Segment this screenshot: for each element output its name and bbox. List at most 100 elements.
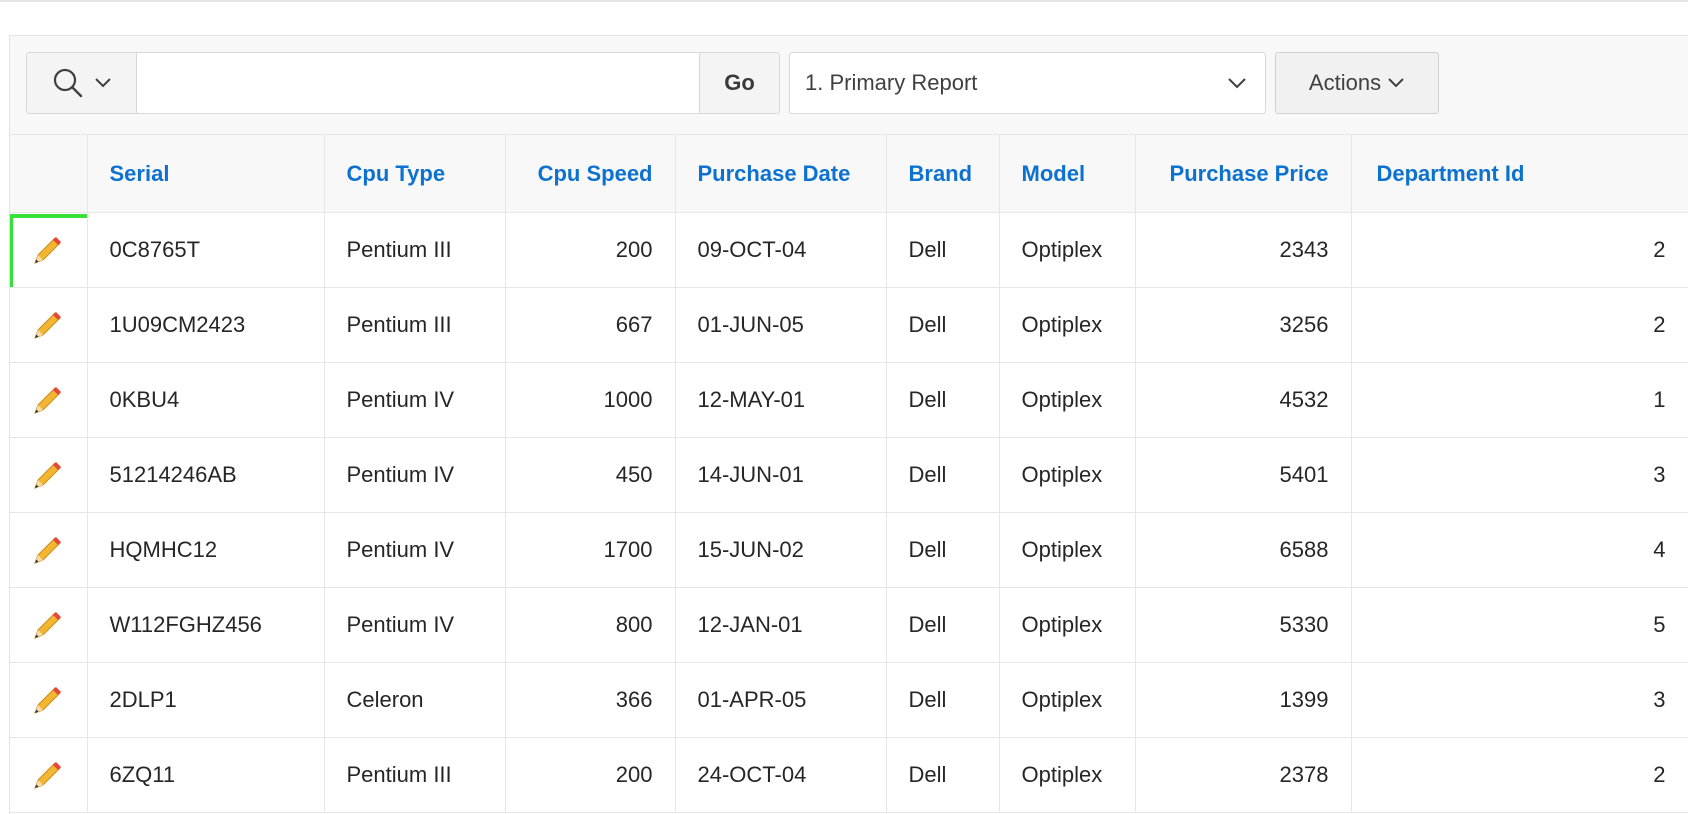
edit-cell <box>10 287 88 363</box>
table-cell: 2378 <box>1134 737 1352 813</box>
go-button[interactable]: Go <box>699 53 779 113</box>
table-cell: 1U09CM2423 <box>86 287 325 363</box>
pencil-icon <box>34 612 62 639</box>
table-cell: 6588 <box>1134 512 1352 588</box>
edit-row-link[interactable] <box>10 739 86 812</box>
table-cell: 2343 <box>1134 212 1352 288</box>
search-icon <box>53 68 82 98</box>
table-cell: 24-OCT-04 <box>674 737 887 813</box>
column-header-brand[interactable]: Brand <box>885 134 1000 213</box>
column-header-cpu-type[interactable]: Cpu Type <box>323 134 506 213</box>
chevron-down-icon <box>1228 78 1246 89</box>
pencil-icon <box>34 537 62 564</box>
report-toolbar: Go 1. Primary Report Actions <box>10 36 1688 135</box>
column-header-cpu-speed[interactable]: Cpu Speed <box>504 134 676 213</box>
table-cell: 200 <box>504 212 676 288</box>
table-cell: 1 <box>1350 362 1688 438</box>
edit-cell <box>10 737 88 813</box>
table-cell: 4532 <box>1134 362 1352 438</box>
table-cell: W112FGHZ456 <box>86 587 325 663</box>
table-cell: Pentium III <box>323 212 506 288</box>
edit-cell <box>10 212 88 288</box>
edit-cell <box>10 362 88 438</box>
pencil-icon <box>34 687 62 714</box>
edit-column-header <box>10 134 88 213</box>
table-cell: Pentium IV <box>323 362 506 438</box>
page-top-rule <box>0 0 1688 2</box>
table-cell: 15-JUN-02 <box>674 512 887 588</box>
table-cell: Pentium III <box>323 737 506 813</box>
column-header-purchase-price[interactable]: Purchase Price <box>1134 134 1352 213</box>
table-row: 1U09CM2423 Pentium III 667 01-JUN-05 Dell Opt… <box>10 287 1688 363</box>
chevron-down-icon <box>1388 78 1404 88</box>
saved-report-select[interactable]: 1. Primary Report <box>789 52 1266 114</box>
pencil-icon <box>34 237 62 264</box>
table-cell: 667 <box>504 287 676 363</box>
table-cell: Dell <box>885 437 1000 513</box>
table-cell: Dell <box>885 212 1000 288</box>
table-row: HQMHC12 Pentium IV 1700 15-JUN-02 Dell Optipl… <box>10 512 1688 588</box>
table-cell: 12-MAY-01 <box>674 362 887 438</box>
table-cell: 200 <box>504 737 676 813</box>
table-cell: Optiplex <box>998 287 1136 363</box>
edit-row-link[interactable] <box>10 664 86 737</box>
column-header-serial[interactable]: Serial <box>86 134 325 213</box>
table-cell: 01-JUN-05 <box>674 287 887 363</box>
edit-row-link[interactable] <box>10 514 86 587</box>
table-cell: Pentium IV <box>323 512 506 588</box>
table-cell: 2 <box>1350 212 1688 288</box>
table-cell: Optiplex <box>998 212 1136 288</box>
table-cell: 3 <box>1350 662 1688 738</box>
actions-menu-button[interactable]: Actions <box>1275 52 1439 114</box>
table-header-row: Serial Cpu Type Cpu Speed Purchase Date … <box>10 134 1688 213</box>
table-cell: Dell <box>885 362 1000 438</box>
column-header-department-id[interactable]: Department Id <box>1350 134 1688 213</box>
edit-row-link[interactable] <box>10 214 86 287</box>
table-cell: 6ZQ11 <box>86 737 325 813</box>
table-row: 6ZQ11 Pentium III 200 24-OCT-04 Dell Optiplex… <box>10 737 1688 813</box>
table-cell: 09-OCT-04 <box>674 212 887 288</box>
table-row: 0C8765T Pentium III 200 09-OCT-04 Dell Optipl… <box>10 212 1688 288</box>
edit-cell-wrap <box>10 289 86 362</box>
column-search-button[interactable] <box>27 53 137 113</box>
column-header-purchase-date[interactable]: Purchase Date <box>674 134 887 213</box>
table-cell: 12-JAN-01 <box>674 587 887 663</box>
edit-cell-wrap <box>10 439 86 512</box>
table-cell: 1399 <box>1134 662 1352 738</box>
table-cell: Celeron <box>323 662 506 738</box>
table-cell: Pentium III <box>323 287 506 363</box>
edit-cell <box>10 662 88 738</box>
table-cell: 14-JUN-01 <box>674 437 887 513</box>
edit-cell-wrap <box>10 214 86 287</box>
table-cell: 1700 <box>504 512 676 588</box>
edit-cell-wrap <box>10 364 86 437</box>
table-cell: 2 <box>1350 737 1688 813</box>
search-input[interactable] <box>137 53 699 113</box>
table-cell: 01-APR-05 <box>674 662 887 738</box>
table-row: 2DLP1 Celeron 366 01-APR-05 Dell Optiplex 1399… <box>10 662 1688 738</box>
table-cell: 5401 <box>1134 437 1352 513</box>
report-table: Serial Cpu Type Cpu Speed Purchase Date … <box>10 134 1688 813</box>
edit-cell-wrap <box>10 664 86 737</box>
table-cell: Dell <box>885 587 1000 663</box>
table-cell: 2 <box>1350 287 1688 363</box>
column-header-model[interactable]: Model <box>998 134 1136 213</box>
table-cell: Dell <box>885 662 1000 738</box>
pencil-icon <box>34 762 62 789</box>
actions-label: Actions <box>1308 70 1382 95</box>
edit-row-link[interactable] <box>10 439 86 512</box>
table-cell: Pentium IV <box>323 587 506 663</box>
table-cell: 3 <box>1350 437 1688 513</box>
table-cell: 0KBU4 <box>86 362 325 438</box>
edit-row-link[interactable] <box>10 589 86 662</box>
table-cell: 0C8765T <box>86 212 325 288</box>
table-row: 0KBU4 Pentium IV 1000 12-MAY-01 Dell Optiplex… <box>10 362 1688 438</box>
pencil-icon <box>34 462 62 489</box>
table-cell: Optiplex <box>998 662 1136 738</box>
edit-row-link[interactable] <box>10 364 86 437</box>
table-cell: 3256 <box>1134 287 1352 363</box>
table-cell: Dell <box>885 737 1000 813</box>
edit-cell-wrap <box>10 514 86 587</box>
edit-row-link[interactable] <box>10 289 86 362</box>
interactive-report-region: Go 1. Primary Report Actions Serial Cpu … <box>9 35 1688 814</box>
